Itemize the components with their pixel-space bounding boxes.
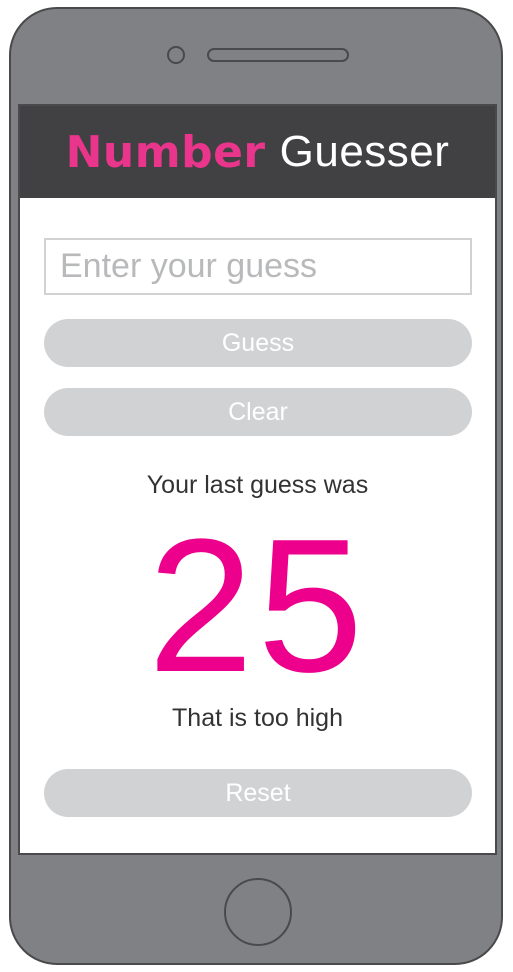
last-guess-label: Your last guess was — [146, 471, 369, 499]
clear-button[interactable]: Clear — [44, 388, 472, 436]
app-title-bold: Number — [65, 126, 266, 178]
feedback-text: That is too high — [172, 704, 343, 732]
app-header: Number Guesser — [20, 106, 495, 198]
phone-frame: Number Guesser Guess Clear Your last gue… — [9, 7, 503, 965]
guess-input[interactable] — [44, 238, 472, 295]
guess-button[interactable]: Guess — [44, 319, 472, 367]
camera-icon — [167, 46, 185, 64]
last-guess-number: 25 — [147, 500, 368, 712]
app-screen: Number Guesser Guess Clear Your last gue… — [18, 104, 497, 855]
reset-button[interactable]: Reset — [44, 769, 472, 817]
home-button[interactable] — [224, 878, 292, 946]
speaker-grille — [207, 48, 349, 62]
app-title-light: Guesser — [279, 127, 450, 176]
